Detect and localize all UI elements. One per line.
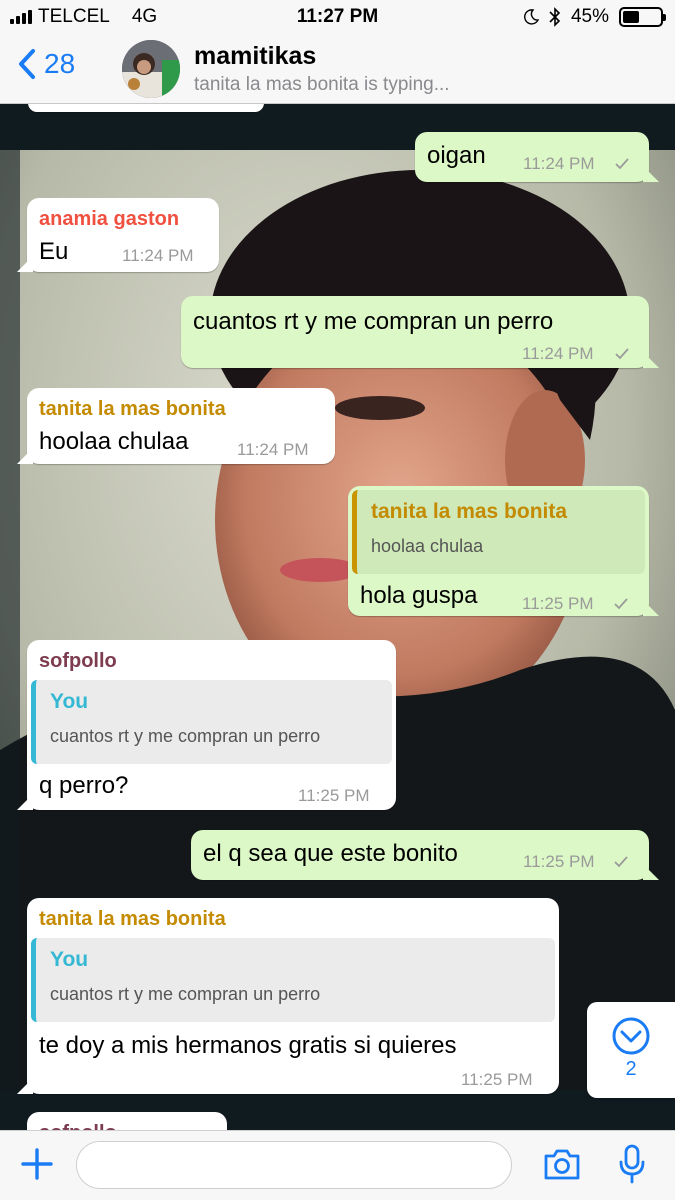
message-list[interactable]: oigan 11:24 PM anamia gaston Eu 11:24 PM… bbox=[0, 104, 675, 1130]
message-bubble[interactable]: oigan 11:24 PM bbox=[415, 132, 659, 182]
quote-sender: tanita la mas bonita bbox=[371, 500, 568, 523]
group-avatar[interactable] bbox=[122, 40, 180, 98]
moon-icon bbox=[524, 9, 539, 25]
message-bubble-partial bbox=[28, 104, 264, 112]
back-button[interactable]: 28 bbox=[18, 48, 75, 80]
status-bar: TELCEL 4G 11:27 PM 45% bbox=[0, 0, 675, 34]
message-time: 11:25 PM bbox=[523, 852, 595, 871]
sent-check-icon bbox=[614, 598, 628, 610]
message-text: Eu bbox=[39, 238, 69, 265]
typing-status: tanita la mas bonita is typing... bbox=[194, 74, 450, 95]
message-time: 11:24 PM bbox=[122, 246, 194, 265]
chevron-left-icon bbox=[19, 49, 35, 79]
message-text: q perro? bbox=[39, 772, 129, 799]
sent-check-icon bbox=[615, 158, 629, 170]
message-input[interactable] bbox=[76, 1141, 512, 1189]
chevron-down-circle-icon bbox=[612, 1017, 650, 1055]
sender-name: sofpollo bbox=[39, 650, 117, 672]
message-text: hola guspa bbox=[360, 582, 478, 609]
message-time: 11:25 PM bbox=[461, 1070, 533, 1089]
message-text: el q sea que este bonito bbox=[203, 840, 458, 867]
quote-sender: You bbox=[50, 690, 89, 713]
bluetooth-icon bbox=[549, 7, 561, 27]
message-bubble[interactable]: anamia gaston Eu 11:24 PM bbox=[17, 198, 219, 272]
message-time: 11:25 PM bbox=[298, 786, 370, 805]
message-text: cuantos rt y me compran un perro bbox=[193, 308, 554, 335]
sent-check-icon bbox=[615, 348, 629, 360]
chat-header: 28 mamitikas tanita la mas bonita is typ… bbox=[0, 34, 675, 104]
microphone-icon[interactable] bbox=[618, 1144, 646, 1184]
sent-check-icon bbox=[614, 856, 628, 868]
message-bubble[interactable]: tanita la mas bonita hoolaa chulaa hola … bbox=[348, 486, 659, 616]
message-time: 11:25 PM bbox=[522, 594, 594, 613]
quote-text: cuantos rt y me compran un perro bbox=[50, 726, 321, 746]
chat-title[interactable]: mamitikas bbox=[194, 42, 316, 71]
quote-text: hoolaa chulaa bbox=[371, 536, 484, 556]
unread-badge: 2 bbox=[625, 1058, 637, 1080]
status-right: 45% bbox=[523, 6, 666, 28]
camera-icon[interactable] bbox=[543, 1147, 581, 1181]
message-bubble[interactable]: el q sea que este bonito 11:25 PM bbox=[191, 830, 659, 880]
message-text: hoolaa chulaa bbox=[39, 428, 189, 455]
message-time: 11:24 PM bbox=[237, 440, 309, 459]
battery-percent: 45% bbox=[570, 6, 609, 27]
composer-bar bbox=[0, 1130, 675, 1200]
message-text: te doy a mis hermanos gratis si quieres bbox=[39, 1032, 457, 1059]
reply-quote[interactable]: You cuantos rt y me compran un perro bbox=[31, 938, 555, 1022]
quote-text: cuantos rt y me compran un perro bbox=[50, 984, 321, 1004]
message-bubble-partial[interactable]: sofpollo bbox=[27, 1112, 227, 1130]
sender-name: tanita la mas bonita bbox=[39, 908, 226, 930]
battery-icon bbox=[619, 7, 666, 27]
message-time: 11:24 PM bbox=[523, 154, 595, 173]
scroll-to-bottom-button[interactable]: 2 bbox=[587, 1002, 675, 1098]
message-bubble[interactable]: cuantos rt y me compran un perro 11:24 P… bbox=[181, 296, 659, 368]
message-bubble[interactable]: sofpollo You cuantos rt y me compran un … bbox=[17, 640, 396, 810]
unread-chats-count: 28 bbox=[44, 48, 76, 79]
message-bubble[interactable]: tanita la mas bonita hoolaa chulaa 11:24… bbox=[17, 388, 335, 464]
message-text: oigan bbox=[427, 142, 486, 169]
sender-name: anamia gaston bbox=[39, 208, 180, 230]
quote-sender: You bbox=[50, 948, 89, 971]
sender-name: tanita la mas bonita bbox=[39, 398, 226, 420]
message-time: 11:24 PM bbox=[522, 344, 594, 363]
message-bubble[interactable]: tanita la mas bonita You cuantos rt y me… bbox=[17, 898, 559, 1094]
reply-quote[interactable]: tanita la mas bonita hoolaa chulaa bbox=[352, 490, 645, 574]
plus-icon[interactable] bbox=[20, 1147, 54, 1181]
reply-quote[interactable]: You cuantos rt y me compran un perro bbox=[31, 680, 392, 764]
sender-name: sofpollo bbox=[39, 1122, 117, 1130]
